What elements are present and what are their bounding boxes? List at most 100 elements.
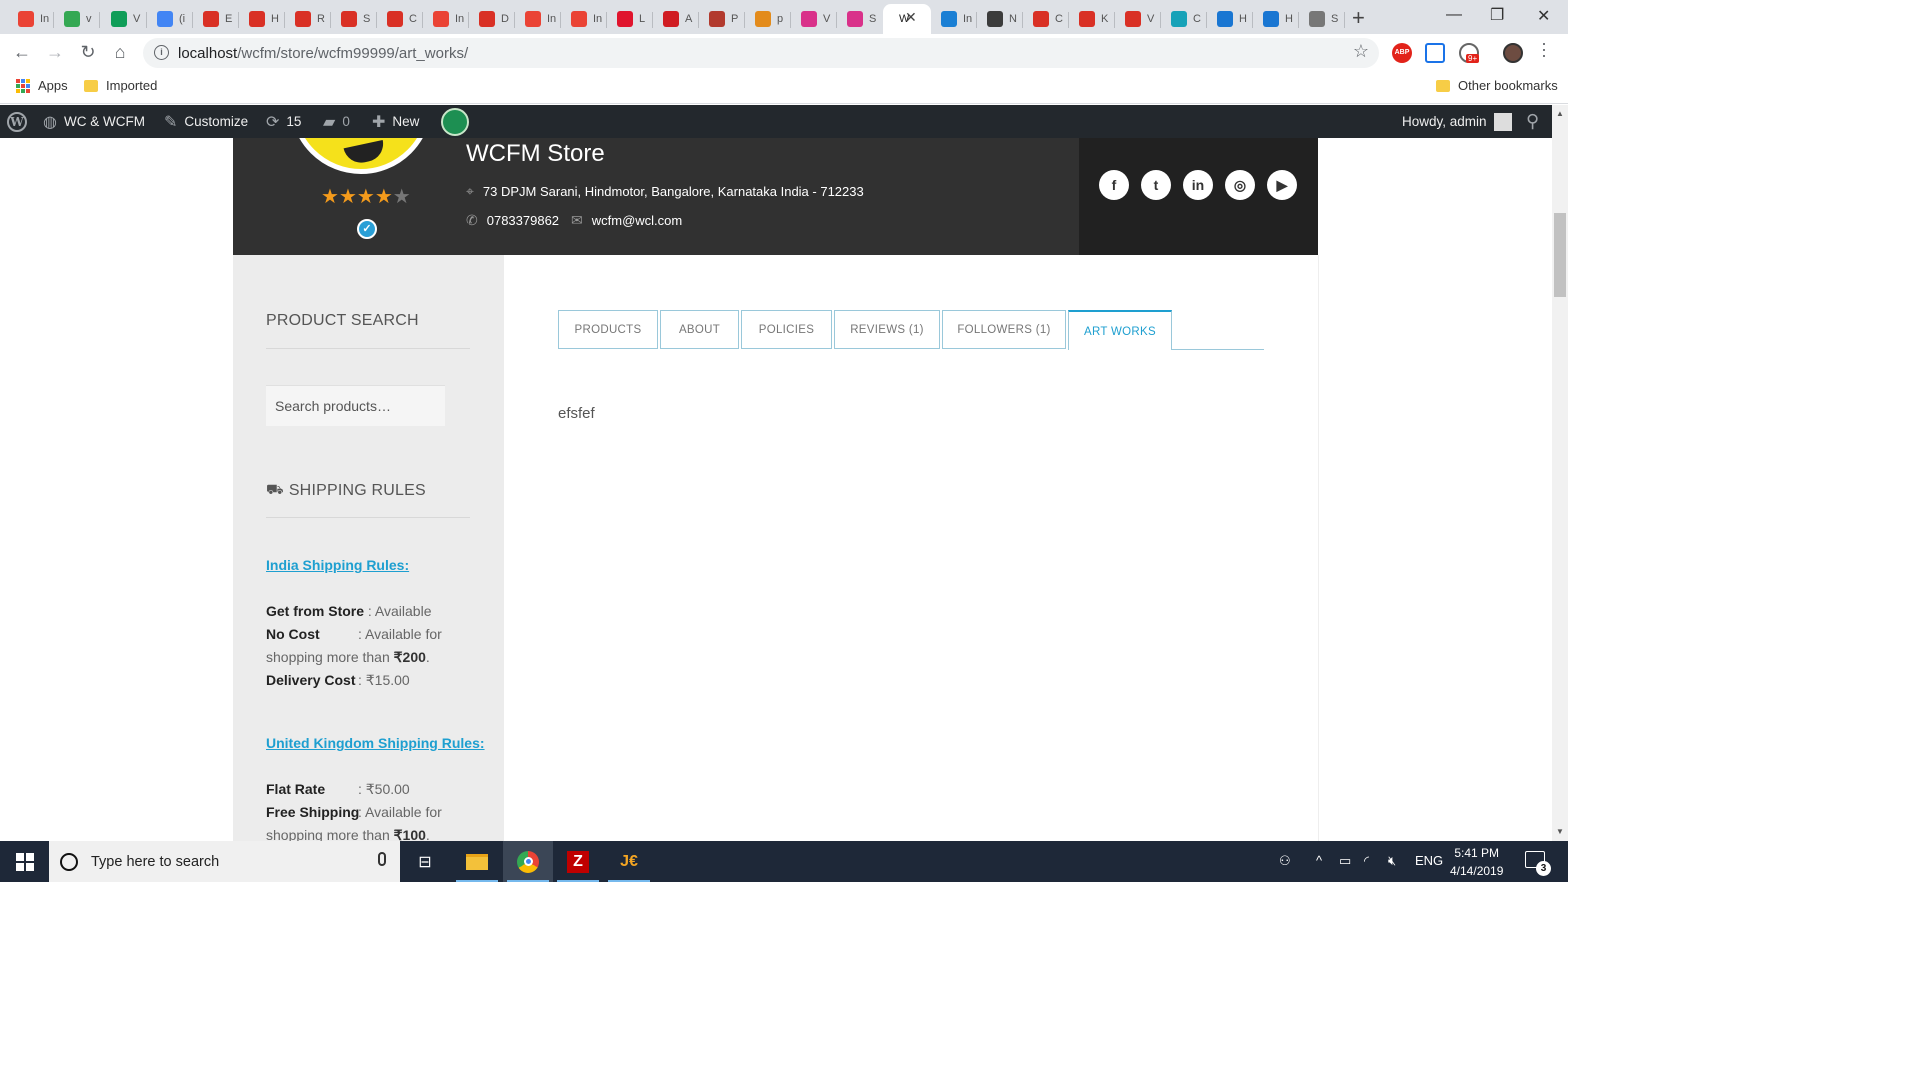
scroll-down-icon[interactable]: ▼ — [1556, 827, 1564, 836]
url-text[interactable]: localhost/wcfm/store/wcfm99999/art_works… — [178, 45, 468, 62]
tab-about[interactable]: ABOUT — [660, 310, 739, 349]
people-icon[interactable]: ⚇ — [1279, 853, 1291, 869]
wifi-icon[interactable]: ◜ — [1364, 853, 1369, 869]
store-email[interactable]: ✉ wcfm@wcl.com — [571, 212, 682, 229]
browser-tab[interactable]: V — [1115, 4, 1161, 34]
forward-icon[interactable]: → — [43, 40, 67, 64]
widget-divider — [266, 517, 470, 518]
tab-reviews[interactable]: REVIEWS (1) — [834, 310, 940, 349]
browser-tab[interactable]: P — [699, 4, 745, 34]
browser-tab[interactable]: V — [791, 4, 837, 34]
taskbar-search-box[interactable]: Type here to search — [49, 841, 400, 882]
india-shipping-rules-link[interactable]: India Shipping Rules: — [266, 557, 409, 573]
browser-tab[interactable]: H — [239, 4, 285, 34]
reload-icon[interactable]: ↻ — [76, 40, 100, 64]
close-window-icon[interactable]: ✕ — [1537, 6, 1550, 26]
browser-tab[interactable]: L — [607, 4, 653, 34]
wp-account-menu[interactable]: Howdy, admin — [1402, 105, 1512, 138]
notification-count-badge: 3 — [1536, 861, 1551, 876]
wp-search-toggle[interactable]: ⚲ — [1526, 105, 1539, 138]
star-icon: ★ — [374, 186, 393, 208]
browser-tab[interactable]: E — [193, 4, 239, 34]
tab-products[interactable]: PRODUCTS — [558, 310, 658, 349]
filezilla-icon[interactable]: Z — [553, 841, 603, 882]
wp-customize-link[interactable]: ✎ Customize — [164, 105, 248, 138]
wordpress-icon: W — [7, 111, 27, 132]
profile-avatar[interactable] — [1503, 43, 1523, 63]
browser-tab[interactable]: S — [331, 4, 377, 34]
browser-tab[interactable]: C — [1023, 4, 1069, 34]
microphone-icon[interactable] — [378, 852, 386, 866]
browser-tab[interactable]: In — [8, 4, 54, 34]
browser-tab[interactable]: K — [1069, 4, 1115, 34]
address-bar[interactable]: i localhost/wcfm/store/wcfm99999/art_wor… — [143, 38, 1379, 68]
back-icon[interactable]: ← — [10, 40, 34, 64]
instagram-icon[interactable]: ◎ — [1225, 170, 1255, 200]
browser-tab[interactable]: In — [515, 4, 561, 34]
browser-tab[interactable]: R — [285, 4, 331, 34]
task-view-icon[interactable]: ⊟ — [400, 841, 450, 882]
bookmark-folder-imported[interactable]: Imported — [84, 78, 157, 93]
uk-shipping-rules-link[interactable]: United Kingdom Shipping Rules: — [266, 735, 485, 751]
close-tab-icon[interactable]: ✕ — [905, 9, 917, 26]
jedit-icon[interactable]: J€ — [604, 841, 654, 882]
page-scrollbar[interactable]: ▲ ▼ — [1552, 105, 1568, 841]
adblock-plus-icon[interactable]: ABP — [1392, 43, 1412, 63]
scroll-up-icon[interactable]: ▲ — [1556, 109, 1564, 118]
product-search-input[interactable] — [266, 385, 445, 426]
content-border — [1318, 255, 1319, 841]
browser-tab[interactable]: In — [931, 4, 977, 34]
restore-icon[interactable]: ❐ — [1490, 5, 1504, 25]
browser-tab[interactable]: (i — [147, 4, 193, 34]
tab-followers[interactable]: FOLLOWERS (1) — [942, 310, 1066, 349]
browser-tab[interactable]: C — [377, 4, 423, 34]
browser-tab[interactable]: H — [1253, 4, 1299, 34]
wp-comments-link[interactable]: ▰ 0 — [323, 105, 350, 138]
favicon-icon — [1309, 11, 1325, 27]
browser-tab[interactable]: p — [745, 4, 791, 34]
linkedin-icon[interactable]: in — [1183, 170, 1213, 200]
browser-tab[interactable]: In — [423, 4, 469, 34]
browser-tab[interactable]: v — [54, 4, 100, 34]
language-indicator[interactable]: ENG — [1415, 853, 1443, 868]
screenshot-extension-icon[interactable] — [1425, 43, 1445, 63]
wp-site-menu[interactable]: ◍ WC & WCFM — [43, 105, 145, 138]
windows-start-icon[interactable] — [16, 853, 34, 871]
shipping-rules-title: ⛟ SHIPPING RULES — [266, 481, 426, 499]
browser-tab[interactable]: A — [653, 4, 699, 34]
browser-tab[interactable]: V — [101, 4, 147, 34]
bookmark-apps[interactable]: Apps — [16, 78, 68, 93]
tray-expand-icon[interactable]: ^ — [1316, 853, 1322, 868]
file-explorer-icon[interactable] — [452, 841, 502, 882]
browser-tab[interactable]: S — [837, 4, 883, 34]
minimize-icon[interactable]: — — [1446, 6, 1462, 24]
bookmark-star-icon[interactable]: ☆ — [1353, 41, 1369, 62]
scrollbar-thumb[interactable] — [1554, 213, 1566, 297]
wp-logo-menu[interactable]: W — [7, 105, 27, 138]
volume-muted-icon[interactable]: 🔇︎ — [1388, 853, 1396, 869]
twitter-icon[interactable]: t — [1141, 170, 1171, 200]
new-tab-button[interactable]: + — [1352, 5, 1365, 31]
browser-tab[interactable]: D — [469, 4, 515, 34]
facebook-icon[interactable]: f — [1099, 170, 1129, 200]
wp-new-content-menu[interactable]: ✚ New — [372, 105, 419, 138]
browser-tab[interactable]: S — [1299, 4, 1345, 34]
youtube-icon[interactable]: ▶ — [1267, 170, 1297, 200]
taskbar-clock[interactable]: 5:41 PM 4/14/2019 — [1450, 844, 1503, 880]
chrome-menu-icon[interactable]: · · · — [1541, 34, 1547, 64]
browser-tab[interactable]: H — [1207, 4, 1253, 34]
browser-tab[interactable]: C — [1161, 4, 1207, 34]
home-icon[interactable]: ⌂ — [108, 40, 132, 64]
favicon-icon — [1263, 11, 1279, 27]
shipping-rule-row: Free Shipping: Available for — [266, 804, 442, 820]
wp-updates-link[interactable]: ⟳ 15 — [266, 105, 301, 138]
browser-tab[interactable]: N — [977, 4, 1023, 34]
wp-plugin-shortcut[interactable] — [441, 105, 469, 138]
bookmark-folder-other[interactable]: Other bookmarks — [1436, 78, 1558, 93]
site-info-icon[interactable]: i — [154, 45, 169, 60]
chrome-taskbar-icon[interactable] — [503, 841, 553, 882]
tab-policies[interactable]: POLICIES — [741, 310, 832, 349]
tab-art-works[interactable]: ART WORKS — [1068, 310, 1172, 350]
browser-tab[interactable]: In — [561, 4, 607, 34]
battery-icon[interactable]: ▭ — [1339, 853, 1351, 869]
